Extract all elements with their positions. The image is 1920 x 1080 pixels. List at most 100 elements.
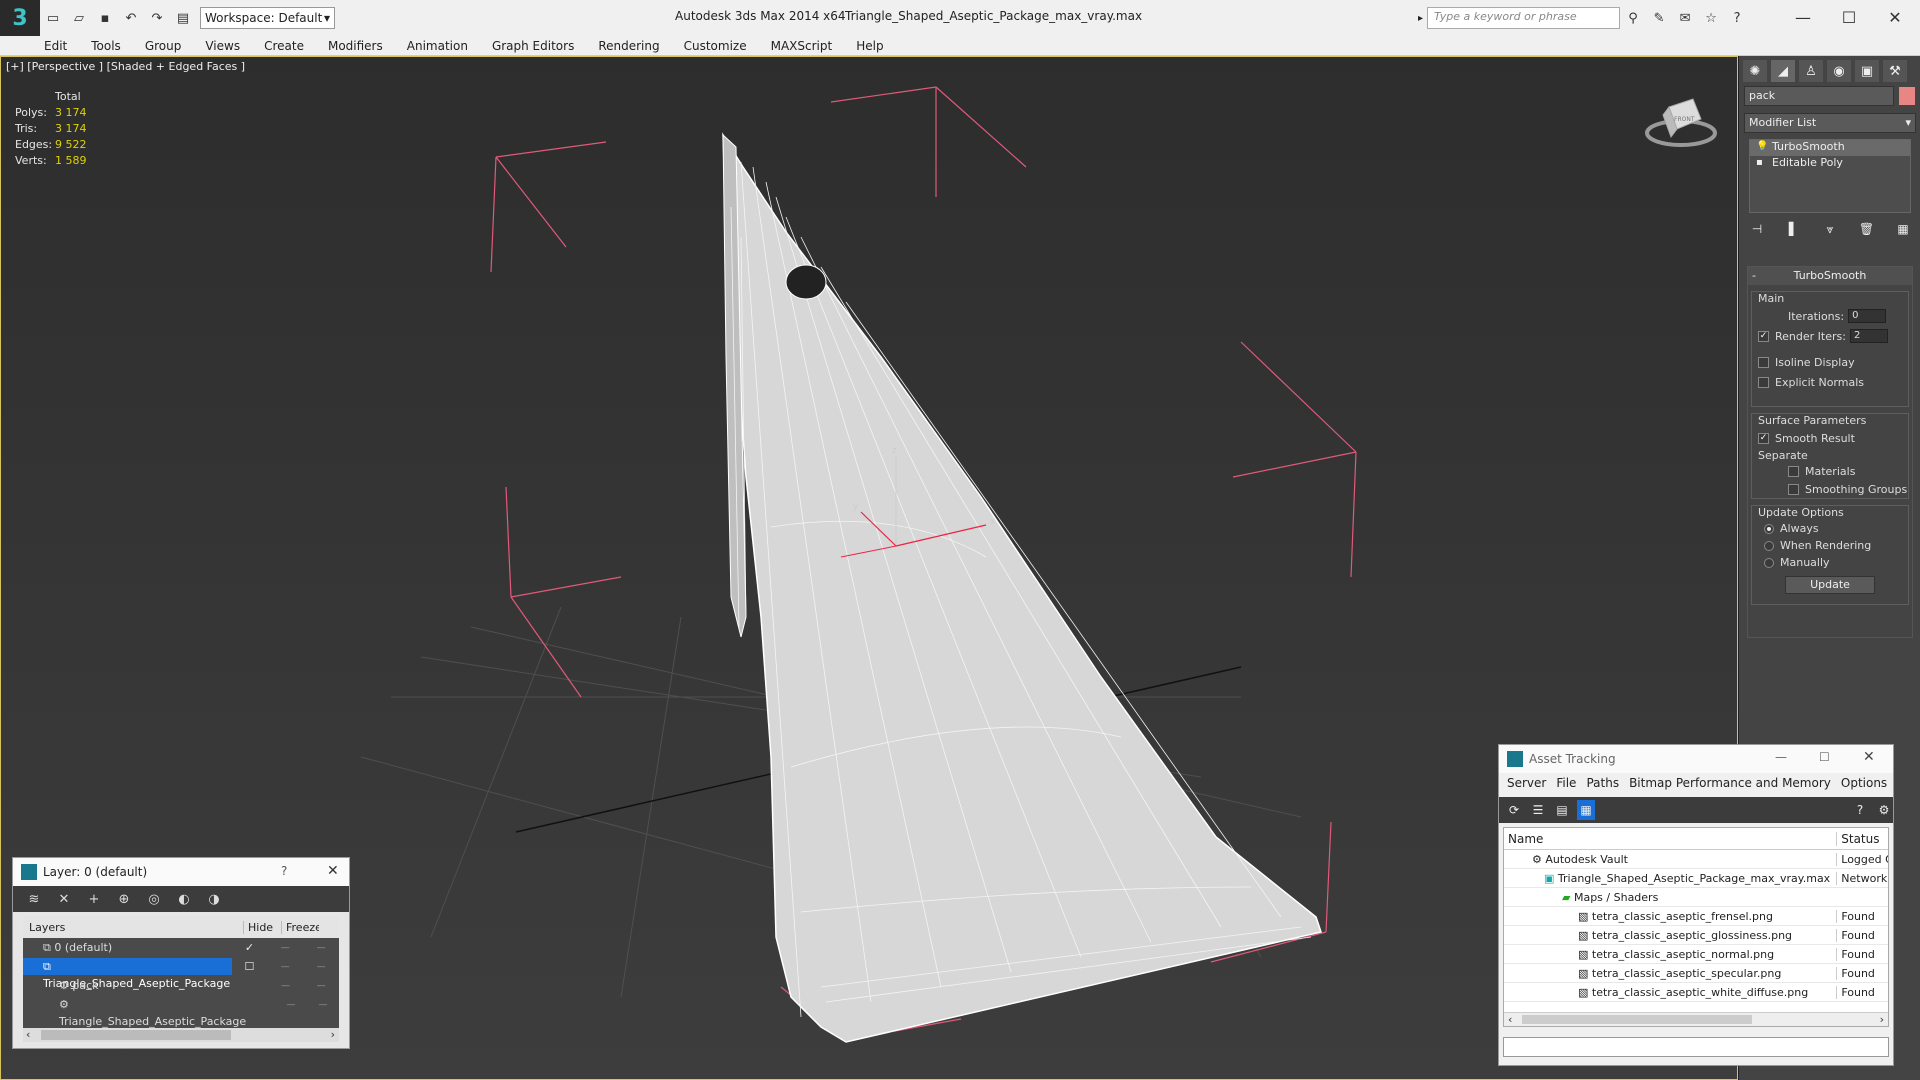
menu-customize[interactable]: Customize: [684, 39, 747, 53]
asset-row[interactable]: ▧ tetra_classic_aseptic_normal.png Found: [1504, 945, 1888, 964]
current-layer-check-icon[interactable]: ✓: [232, 941, 268, 954]
asset-horizontal-scrollbar[interactable]: ‹ ›: [1504, 1012, 1888, 1026]
hide-toggle[interactable]: —: [268, 981, 304, 991]
highlight-layer-icon[interactable]: ◐: [175, 892, 193, 907]
create-layer-icon[interactable]: +: [85, 892, 103, 907]
menu-views[interactable]: Views: [205, 39, 240, 53]
hierarchy-tab-icon[interactable]: ♙: [1799, 60, 1823, 82]
set-current-icon[interactable]: ☐: [232, 960, 268, 973]
materials-checkbox[interactable]: [1788, 465, 1799, 477]
maximize-button[interactable]: ☐: [1826, 4, 1872, 30]
asset-menu-file[interactable]: File: [1556, 776, 1576, 790]
scroll-right-icon[interactable]: ›: [331, 1028, 335, 1041]
menu-graph-editors[interactable]: Graph Editors: [492, 39, 574, 53]
menu-rendering[interactable]: Rendering: [598, 39, 659, 53]
new-file-icon[interactable]: ▭: [42, 7, 64, 29]
minimize-icon[interactable]: —: [1775, 750, 1787, 764]
layer-window-titlebar[interactable]: Layer: 0 (default) ? ✕: [13, 858, 349, 886]
modifier-list-dropdown[interactable]: Modifier List ▾: [1744, 113, 1916, 133]
table-view-icon[interactable]: ▦: [1577, 800, 1595, 820]
asset-row[interactable]: ▧ tetra_classic_aseptic_frensel.png Found: [1504, 907, 1888, 926]
col-status[interactable]: Status: [1836, 831, 1888, 846]
show-end-result-icon[interactable]: ▌: [1784, 220, 1804, 238]
asset-window-titlebar[interactable]: Asset Tracking — ☐ ✕: [1499, 745, 1893, 773]
expand-plus-icon[interactable]: ▪: [1756, 157, 1763, 168]
save-file-icon[interactable]: ▪: [94, 7, 116, 29]
col-layers[interactable]: Layers: [23, 921, 243, 934]
hide-toggle[interactable]: —: [267, 962, 303, 972]
favorites-star-icon[interactable]: ☆: [1700, 7, 1722, 29]
utilities-tab-hammer-icon[interactable]: ⚒: [1883, 60, 1907, 82]
menu-create[interactable]: Create: [264, 39, 304, 53]
always-radio[interactable]: [1764, 523, 1774, 534]
freeze-toggle[interactable]: —: [307, 1000, 339, 1010]
help-icon[interactable]: ?: [1726, 7, 1748, 29]
delete-layer-icon[interactable]: ✕: [55, 892, 73, 907]
refresh-icon[interactable]: ⟳: [1505, 800, 1523, 820]
help-icon[interactable]: ?: [1851, 800, 1869, 820]
freeze-toggle[interactable]: —: [303, 943, 339, 953]
open-file-icon[interactable]: ▱: [68, 7, 90, 29]
minimize-button[interactable]: —: [1780, 4, 1826, 30]
stack-item-turbosmooth[interactable]: 💡 TurboSmooth: [1750, 140, 1910, 156]
asset-menu-paths[interactable]: Paths: [1586, 776, 1619, 790]
col-freeze[interactable]: Freeze: [281, 920, 319, 934]
details-view-icon[interactable]: ▤: [1553, 800, 1571, 820]
iterations-spinner[interactable]: 0: [1848, 309, 1887, 323]
isoline-checkbox[interactable]: [1758, 356, 1769, 368]
asset-row[interactable]: ▰ Maps / Shaders: [1504, 888, 1888, 907]
menu-maxscript[interactable]: MAXScript: [771, 39, 833, 53]
pin-stack-icon[interactable]: ⊣: [1747, 220, 1767, 238]
update-button[interactable]: Update: [1785, 576, 1875, 594]
asset-row[interactable]: ▧ tetra_classic_aseptic_white_diffuse.pn…: [1504, 983, 1888, 1002]
freeze-toggle[interactable]: —: [303, 962, 339, 972]
select-objects-icon[interactable]: ◎: [145, 892, 163, 907]
subscription-icon[interactable]: ✎: [1648, 7, 1670, 29]
search-input[interactable]: Type a keyword or phrase: [1427, 7, 1621, 29]
render-iters-spinner[interactable]: 2: [1849, 329, 1888, 343]
scrollbar-thumb[interactable]: [41, 1030, 231, 1040]
smoothing-groups-checkbox[interactable]: [1788, 483, 1799, 495]
scroll-right-icon[interactable]: ›: [1880, 1013, 1884, 1026]
undo-icon[interactable]: ↶: [120, 7, 142, 29]
menu-edit[interactable]: Edit: [44, 39, 67, 53]
col-hide[interactable]: Hide: [243, 920, 281, 934]
redo-icon[interactable]: ↷: [146, 7, 168, 29]
menu-group[interactable]: Group: [145, 39, 182, 53]
object-color-swatch[interactable]: [1899, 87, 1915, 105]
scroll-left-icon[interactable]: ‹: [1508, 1013, 1512, 1026]
binoculars-icon[interactable]: ⚲: [1622, 7, 1644, 29]
asset-menu-bitmap-performance[interactable]: Bitmap Performance and Memory: [1629, 776, 1831, 790]
manually-radio[interactable]: [1764, 557, 1774, 568]
display-tab-icon[interactable]: ▣: [1855, 60, 1879, 82]
rollout-header[interactable]: - TurboSmooth: [1748, 267, 1912, 285]
viewport-label[interactable]: [+] [Perspective ] [Shaded + Edged Faces…: [6, 60, 245, 73]
explicit-normals-checkbox[interactable]: [1758, 376, 1769, 388]
motion-tab-icon[interactable]: ◉: [1827, 60, 1851, 82]
workspace-select[interactable]: Workspace: Default ▾: [200, 7, 335, 29]
asset-path-field[interactable]: [1503, 1037, 1889, 1057]
app-logo-icon[interactable]: 3: [0, 0, 40, 36]
configure-sets-icon[interactable]: ▦: [1893, 220, 1913, 238]
asset-menu-options[interactable]: Options: [1841, 776, 1887, 790]
layer-horizontal-scrollbar[interactable]: ‹ ›: [23, 1028, 339, 1042]
smooth-result-checkbox[interactable]: ✓: [1758, 432, 1769, 444]
hide-all-icon[interactable]: ◑: [205, 892, 223, 907]
project-folder-icon[interactable]: ▤: [172, 7, 194, 29]
col-name[interactable]: Name: [1504, 832, 1836, 846]
viewcube[interactable]: FRONT: [1641, 85, 1721, 155]
layer-row[interactable]: ⚙ pack — —: [23, 976, 339, 995]
layer-row[interactable]: ⧉ Triangle_Shaped_Aseptic_Package ☐ — —: [23, 957, 339, 990]
menu-tools[interactable]: Tools: [91, 39, 121, 53]
list-view-icon[interactable]: ☰: [1529, 800, 1547, 820]
maximize-icon[interactable]: ☐: [1819, 750, 1830, 764]
create-tab-sun-icon[interactable]: ✺: [1743, 60, 1767, 82]
modify-tab-icon[interactable]: ◢: [1771, 60, 1795, 82]
menu-animation[interactable]: Animation: [407, 39, 468, 53]
close-icon[interactable]: ✕: [327, 863, 339, 879]
help-icon[interactable]: ?: [281, 864, 287, 878]
menu-help[interactable]: Help: [856, 39, 883, 53]
asset-row[interactable]: ▧ tetra_classic_aseptic_glossiness.png Fo…: [1504, 926, 1888, 945]
stack-item-editable-poly[interactable]: ▪ Editable Poly: [1750, 156, 1910, 172]
expand-arrow-icon[interactable]: ▸: [1418, 13, 1423, 24]
